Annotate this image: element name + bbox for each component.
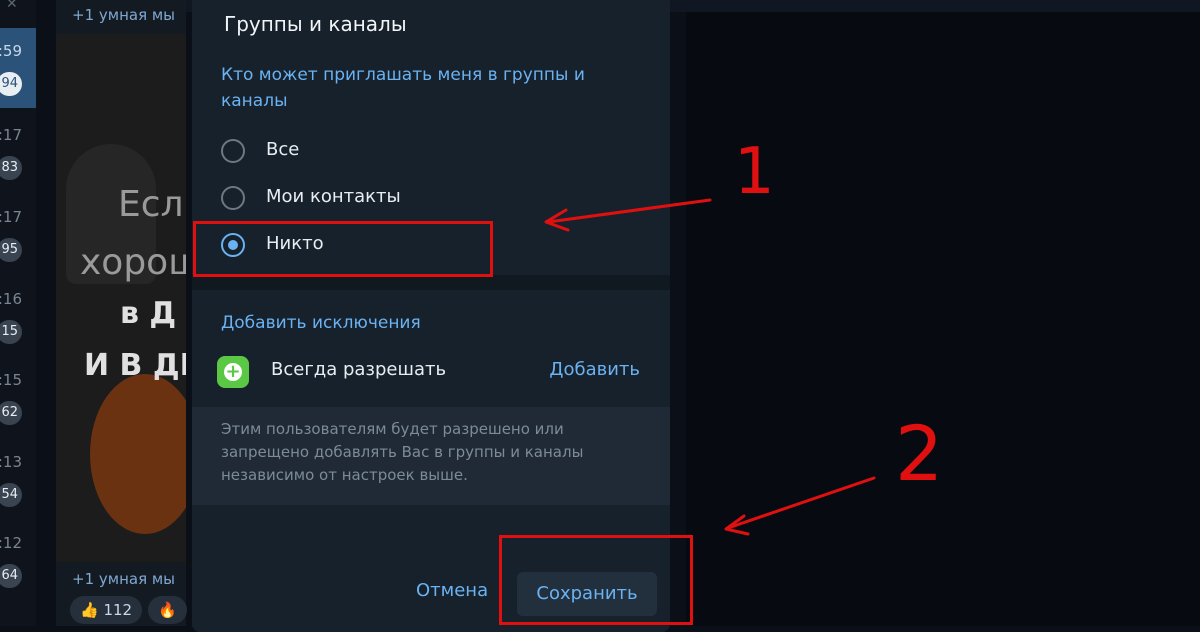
unread-badge: 54	[0, 483, 22, 507]
radio-option-everybody[interactable]: Все	[221, 136, 641, 172]
post-image[interactable]: Есл хорош в Д И В ДЕ	[56, 34, 186, 562]
chat-list-item[interactable]: :15 62	[0, 357, 36, 437]
unread-badge: 15	[0, 320, 22, 344]
radio-button-selected[interactable]	[221, 233, 245, 257]
exceptions-note: Этим пользователям будет разрешено или з…	[192, 407, 670, 505]
pin-icon: ✕	[6, 0, 18, 12]
chat-list-item[interactable]: :17 95	[0, 194, 36, 274]
chat-list-item[interactable]: :59 94	[0, 28, 36, 108]
image-text: хорош	[80, 242, 186, 283]
pumpkin-shape	[90, 374, 186, 534]
chat-time: :59	[0, 42, 22, 60]
chat-list-item[interactable]: :17 83	[0, 112, 36, 192]
post-caption: +1 умная мы	[72, 570, 176, 588]
chat-list-item[interactable]: :16 15	[0, 276, 36, 356]
chat-time: :13	[0, 453, 22, 471]
cancel-button[interactable]: Отмена	[416, 580, 488, 601]
radio-button[interactable]	[221, 139, 245, 163]
section-title-exceptions: Добавить исключения	[221, 313, 421, 333]
chat-list: ✕ :59 94 :17 83 :17 95 :16 15 :15 62 :13…	[0, 0, 36, 626]
fire-icon: 🔥	[158, 601, 177, 619]
chat-time: :17	[0, 208, 22, 226]
post-caption: +1 умная мы	[72, 6, 176, 24]
unread-badge: 94	[0, 72, 22, 96]
image-text: Есл	[118, 184, 184, 225]
section-title-who-can-invite: Кто может приглашать меня в группы и кан…	[221, 65, 585, 111]
exceptions-note-text: Этим пользователям будет разрешено или з…	[221, 420, 584, 484]
chat-list-item[interactable]: :12 64	[0, 520, 36, 600]
radio-option-my-contacts[interactable]: Мои контакты	[221, 183, 641, 219]
channel-feed: +1 умная мы Есл хорош в Д И В ДЕ +1 умна…	[56, 0, 187, 626]
always-allow-label[interactable]: Всегда разрешать	[271, 359, 446, 380]
unread-badge: 62	[0, 401, 22, 425]
radio-button[interactable]	[221, 186, 245, 210]
section-divider	[192, 275, 670, 290]
radio-label: Никто	[266, 233, 324, 254]
radio-label: Мои контакты	[266, 186, 401, 207]
chat-time: :15	[0, 371, 22, 389]
dim-overlay	[686, 12, 1200, 626]
chat-time: :16	[0, 290, 22, 308]
reaction-fire[interactable]: 🔥	[148, 596, 187, 624]
panel-separator	[36, 0, 56, 626]
save-button[interactable]: Сохранить	[517, 572, 657, 616]
image-text: в Д	[120, 296, 177, 331]
dialog-title: Группы и каналы	[224, 12, 407, 36]
chat-list-item[interactable]: :13 54	[0, 439, 36, 519]
radio-option-nobody[interactable]: Никто	[221, 230, 641, 266]
add-user-icon: +	[217, 356, 249, 388]
chat-time: :12	[0, 534, 22, 552]
radio-label: Все	[266, 139, 300, 160]
add-exception-button[interactable]: Добавить	[549, 359, 640, 380]
image-text: И В ДЕ	[84, 348, 186, 383]
reaction-thumbs-up[interactable]: 👍 112	[70, 596, 143, 624]
privacy-groups-dialog: Группы и каналы Кто может приглашать мен…	[192, 0, 670, 632]
unread-badge: 64	[0, 564, 22, 588]
chat-time: :17	[0, 126, 22, 144]
thumbs-up-icon: 👍	[80, 601, 99, 619]
reaction-count: 112	[103, 601, 133, 619]
unread-badge: 83	[0, 156, 22, 180]
unread-badge: 95	[0, 238, 22, 262]
radio-selected-dot	[228, 240, 238, 250]
